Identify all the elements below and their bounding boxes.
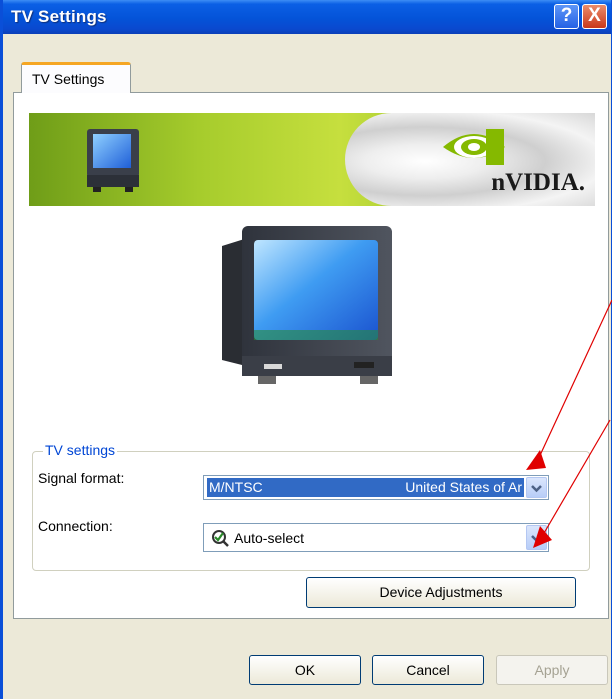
- ok-button[interactable]: OK: [249, 655, 361, 685]
- tab-tv-settings[interactable]: TV Settings: [21, 62, 131, 93]
- device-adjustments-button[interactable]: Device Adjustments: [306, 577, 576, 608]
- connection-check-icon: [212, 530, 229, 547]
- title-bar[interactable]: TV Settings ? X: [3, 0, 611, 34]
- tv-settings-window: TV Settings ? X TV Settings nVIDIA. TV s…: [0, 0, 612, 699]
- nvidia-eye-icon: [443, 129, 505, 165]
- close-button[interactable]: X: [582, 4, 607, 29]
- help-button[interactable]: ?: [554, 4, 579, 29]
- group-title: TV settings: [43, 442, 118, 458]
- dropdown-arrow-icon: [531, 485, 542, 493]
- connection-value: Auto-select: [234, 530, 305, 546]
- tab-label: TV Settings: [32, 71, 105, 87]
- window-title: TV Settings: [11, 7, 107, 26]
- connection-dropdown-button[interactable]: [526, 525, 547, 550]
- nvidia-banner: nVIDIA.: [29, 113, 595, 206]
- tv-settings-group: TV settings Signal format: M/NTSC United…: [32, 442, 590, 571]
- close-icon: X: [588, 5, 601, 26]
- signal-format-select[interactable]: M/NTSC United States of Ar: [203, 475, 549, 500]
- help-icon: ?: [560, 5, 573, 26]
- cancel-button[interactable]: Cancel: [372, 655, 484, 685]
- connection-select[interactable]: Auto-select: [203, 523, 549, 552]
- nvidia-wordmark: nVIDIA.: [491, 169, 585, 196]
- dropdown-arrow-icon: [531, 535, 542, 543]
- signal-format-dropdown-button[interactable]: [526, 477, 547, 498]
- nvidia-logo-area: nVIDIA.: [345, 113, 595, 206]
- tab-panel: nVIDIA. TV settings Signal format: M/NTS…: [13, 92, 609, 619]
- signal-format-label: Signal format:: [38, 470, 125, 486]
- tv-monitor-icon: [222, 226, 392, 384]
- signal-format-selection: M/NTSC United States of Ar: [207, 478, 524, 497]
- connection-label: Connection:: [38, 518, 113, 534]
- signal-format-region: United States of Ar: [405, 479, 522, 495]
- small-tv-icon: [87, 129, 139, 192]
- signal-format-code: M/NTSC: [209, 479, 263, 495]
- apply-button[interactable]: Apply: [496, 655, 608, 685]
